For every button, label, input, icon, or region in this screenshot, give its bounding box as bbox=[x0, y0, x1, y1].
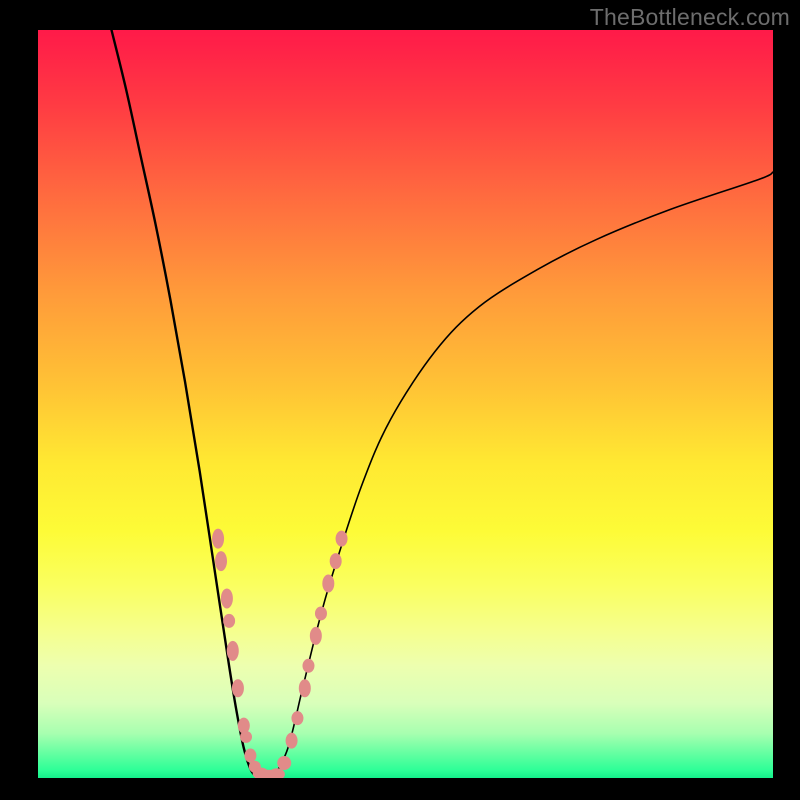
curve-right bbox=[273, 172, 773, 778]
curve-left bbox=[112, 30, 259, 778]
curve-markers bbox=[212, 529, 347, 778]
curve-layer bbox=[38, 30, 773, 778]
watermark-text: TheBottleneck.com bbox=[590, 4, 790, 31]
chart-frame: TheBottleneck.com bbox=[0, 0, 800, 800]
plot-area bbox=[38, 30, 773, 778]
